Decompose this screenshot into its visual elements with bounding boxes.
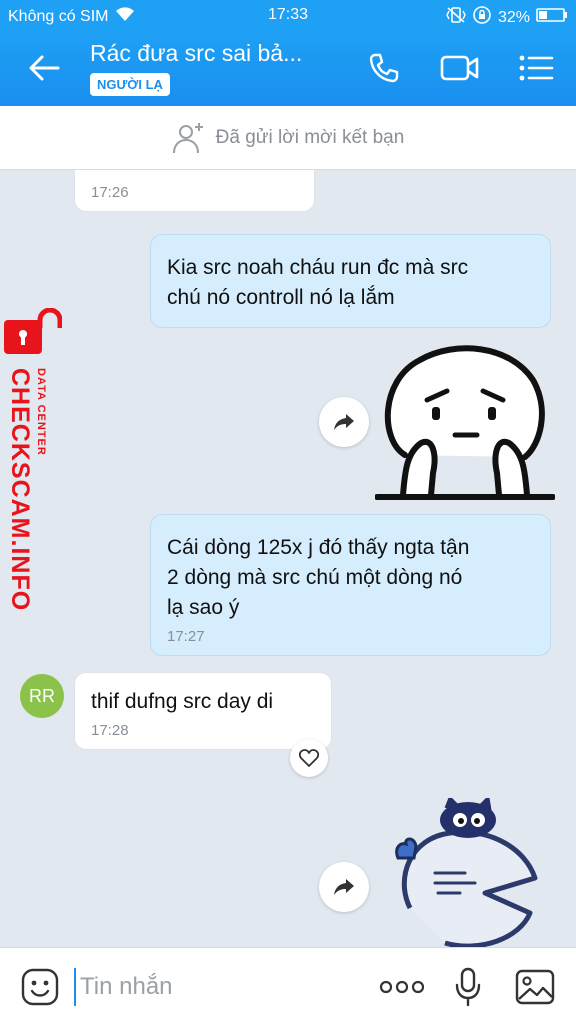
more-options-button[interactable] [378, 966, 426, 1008]
message-text: Cái dòng 125x j đó thấy ngta tận 2 dòng … [167, 536, 470, 619]
message-time: 17:28 [91, 722, 129, 739]
list-menu-icon [519, 55, 554, 81]
worried-face-icon [374, 345, 556, 500]
back-arrow-icon [29, 55, 60, 81]
react-heart-button[interactable] [290, 739, 328, 777]
message-text: Kia src noah cháu run đc mà src chú nó c… [167, 256, 469, 309]
worried-face-sticker[interactable] [374, 345, 556, 500]
forward-button[interactable] [319, 862, 369, 912]
add-friend-icon [172, 122, 203, 153]
message-text: k bleet run thi chiu [91, 170, 300, 179]
message-time: 17:26 [91, 184, 129, 201]
battery-icon [536, 7, 568, 28]
phone-icon [369, 53, 399, 83]
heart-icon [299, 749, 319, 767]
message-time: 17:27 [167, 628, 205, 645]
menu-button[interactable] [514, 48, 558, 88]
message-text: thif dufng src day di [91, 690, 274, 713]
video-call-button[interactable] [438, 48, 482, 88]
rotation-lock-icon [472, 5, 492, 30]
message-bubble-incoming[interactable]: thif dufng src day di 17:28 [74, 672, 332, 750]
watermark-text: CHECKSCAM.INFO [6, 368, 34, 612]
forward-arrow-icon [334, 414, 354, 430]
video-camera-icon [440, 55, 479, 81]
microphone-icon [455, 967, 481, 1007]
cat-pacman-icon [395, 794, 538, 947]
friend-request-text: Đã gửi lời mời kết bạn [215, 126, 405, 148]
emoji-button[interactable] [18, 966, 62, 1008]
avatar[interactable]: RR [20, 674, 64, 718]
chat-area[interactable]: k bleet run thi chiu 17:26 Kia src noah … [0, 170, 576, 947]
chat-header: Rác đưa src sai bả... NGƯỜI LẠ [0, 30, 576, 106]
forward-arrow-icon [334, 879, 354, 895]
message-bubble-outgoing[interactable]: Kia src noah cháu run đc mà src chú nó c… [150, 234, 551, 328]
status-bar: Không có SIM 17:33 32% [0, 0, 576, 30]
battery-label: 32% [497, 8, 530, 26]
chat-title[interactable]: Rác đưa src sai bả... [90, 40, 330, 67]
message-bubble-outgoing[interactable]: Cái dòng 125x j đó thấy ngta tận 2 dòng … [150, 514, 551, 656]
message-input[interactable] [74, 968, 354, 1006]
stranger-badge: NGƯỜI LẠ [90, 73, 170, 96]
call-button[interactable] [362, 48, 406, 88]
watermark: CHECKSCAM.INFO DATA CENTER [0, 308, 70, 611]
friend-request-bar: Đã gửi lời mời kết bạn [0, 106, 576, 170]
watermark-subtext: DATA CENTER [35, 368, 47, 456]
status-right: 32% [446, 5, 568, 30]
padlock-icon [4, 308, 62, 354]
image-button[interactable] [512, 966, 558, 1008]
more-dots-icon [379, 980, 425, 994]
cat-pacman-sticker[interactable] [390, 794, 540, 947]
vibrate-icon [446, 6, 466, 29]
image-gallery-icon [515, 969, 555, 1005]
emoji-icon [21, 968, 59, 1006]
message-input-bar [0, 947, 576, 1024]
forward-button[interactable] [319, 397, 369, 447]
voice-button[interactable] [448, 966, 488, 1008]
message-bubble-incoming[interactable]: k bleet run thi chiu 17:26 [74, 170, 315, 212]
back-button[interactable] [24, 50, 64, 86]
